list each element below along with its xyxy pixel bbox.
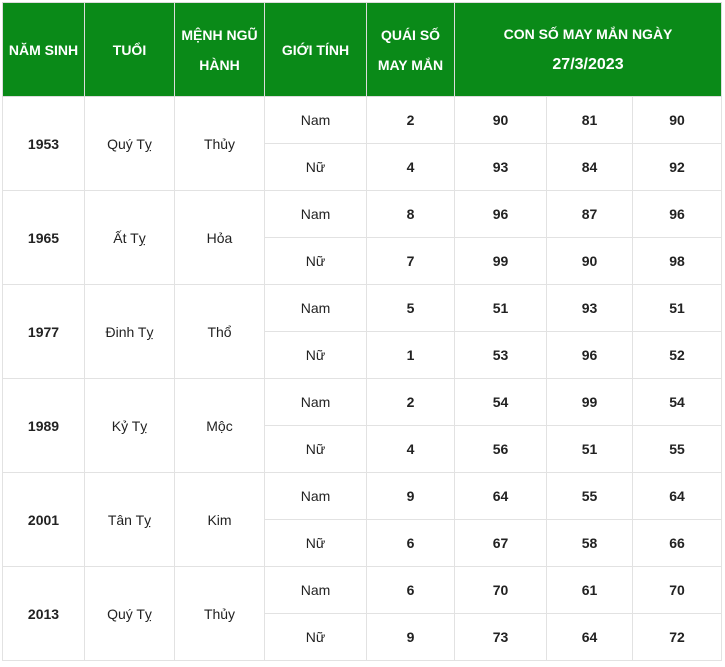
lucky-number-cell: 70 xyxy=(631,566,723,614)
lucky-number-cell: 64 xyxy=(546,613,633,661)
lucky-number-table: NĂM SINH TUỔI MỆNH NGŨ HÀNH GIỚI TÍNH QUÁ… xyxy=(2,2,723,661)
quai-number-cell: 9 xyxy=(366,613,455,661)
lucky-number-cell: 51 xyxy=(454,284,547,332)
lucky-number-cell: 98 xyxy=(631,237,723,285)
element-cell: Thủy xyxy=(174,96,265,191)
lucky-number-cell: 61 xyxy=(546,566,633,614)
lucky-number-cell: 66 xyxy=(631,519,723,567)
lucky-number-cell: 54 xyxy=(454,378,547,426)
quai-number-cell: 5 xyxy=(366,284,455,332)
gender-cell: Nữ xyxy=(264,613,367,661)
quai-number-cell: 2 xyxy=(366,378,455,426)
lucky-number-cell: 99 xyxy=(546,378,633,426)
table-header: NĂM SINH TUỔI MỆNH NGŨ HÀNH GIỚI TÍNH QUÁ… xyxy=(2,2,723,97)
table-row: 1953 Quý Tỵ Thủy Nam 2 90 81 90 xyxy=(2,96,723,191)
lucky-number-cell: 58 xyxy=(546,519,633,567)
birth-year-cell: 1965 xyxy=(2,190,85,285)
gender-cell: Nam xyxy=(264,284,367,332)
table-row: 2001 Tân Tỵ Kim Nam 9 64 55 64 xyxy=(2,472,723,567)
lucky-number-cell: 87 xyxy=(546,190,633,238)
gender-cell: Nữ xyxy=(264,143,367,191)
lucky-number-cell: 64 xyxy=(454,472,547,520)
age-cell: Ất Tỵ xyxy=(84,190,175,285)
table-row: 1965 Ất Tỵ Hỏa Nam 8 96 87 96 xyxy=(2,190,723,285)
lucky-number-cell: 73 xyxy=(454,613,547,661)
age-cell: Quý Tỵ xyxy=(84,96,175,191)
lucky-number-cell: 92 xyxy=(631,143,723,191)
gender-cell: Nam xyxy=(264,378,367,426)
quai-number-cell: 9 xyxy=(366,472,455,520)
lucky-number-cell: 55 xyxy=(631,425,723,473)
gender-cell: Nữ xyxy=(264,331,367,379)
element-cell: Mộc xyxy=(174,378,265,473)
header-quai-line2: MAY MẮN xyxy=(377,56,444,73)
quai-number-cell: 4 xyxy=(366,143,455,191)
gender-cell: Nữ xyxy=(264,237,367,285)
lucky-number-cell: 70 xyxy=(454,566,547,614)
header-element: MỆNH NGŨ HÀNH xyxy=(174,2,265,97)
quai-number-cell: 8 xyxy=(366,190,455,238)
lucky-number-cell: 54 xyxy=(631,378,723,426)
header-element-line1: MỆNH NGŨ xyxy=(181,26,258,43)
gender-cell: Nữ xyxy=(264,425,367,473)
gender-cell: Nữ xyxy=(264,519,367,567)
birth-year-cell: 1977 xyxy=(2,284,85,379)
element-cell: Hỏa xyxy=(174,190,265,285)
header-element-line2: HÀNH xyxy=(199,56,240,73)
quai-number-cell: 6 xyxy=(366,566,455,614)
birth-year-cell: 1953 xyxy=(2,96,85,191)
table-row: 1977 Đinh Tỵ Thổ Nam 5 51 93 51 xyxy=(2,284,723,379)
lucky-number-cell: 96 xyxy=(631,190,723,238)
lucky-number-cell: 72 xyxy=(631,613,723,661)
gender-cell: Nam xyxy=(264,190,367,238)
element-cell: Thổ xyxy=(174,284,265,379)
quai-number-cell: 7 xyxy=(366,237,455,285)
header-gender: GIỚI TÍNH xyxy=(264,2,367,97)
quai-number-cell: 2 xyxy=(366,96,455,144)
element-cell: Kim xyxy=(174,472,265,567)
lucky-number-cell: 67 xyxy=(454,519,547,567)
lucky-number-cell: 51 xyxy=(546,425,633,473)
birth-year-cell: 2013 xyxy=(2,566,85,661)
birth-year-cell: 1989 xyxy=(2,378,85,473)
header-age: TUỔI xyxy=(84,2,175,97)
age-cell: Kỷ Tỵ xyxy=(84,378,175,473)
gender-cell: Nam xyxy=(264,96,367,144)
lucky-number-cell: 52 xyxy=(631,331,723,379)
lucky-number-cell: 51 xyxy=(631,284,723,332)
lucky-number-cell: 53 xyxy=(454,331,547,379)
header-lucky-date: 27/3/2023 xyxy=(552,56,624,73)
quai-number-cell: 1 xyxy=(366,331,455,379)
lucky-number-cell: 64 xyxy=(631,472,723,520)
lucky-number-cell: 93 xyxy=(454,143,547,191)
header-lucky-numbers: CON SỐ MAY MẮN NGÀY 27/3/2023 xyxy=(453,2,723,97)
lucky-number-cell: 96 xyxy=(454,190,547,238)
table-row: 1989 Kỷ Tỵ Mộc Nam 2 54 99 54 xyxy=(2,378,723,473)
quai-number-cell: 6 xyxy=(366,519,455,567)
gender-cell: Nam xyxy=(264,566,367,614)
header-quai: QUÁI SỐ MAY MẮN xyxy=(366,2,455,97)
lucky-number-cell: 55 xyxy=(546,472,633,520)
age-cell: Tân Tỵ xyxy=(84,472,175,567)
header-quai-line1: QUÁI SỐ xyxy=(380,26,441,43)
table-row: 2013 Quý Tỵ Thủy Nam 6 70 61 70 xyxy=(2,566,723,661)
lucky-number-cell: 96 xyxy=(546,331,633,379)
table-body: 1953 Quý Tỵ Thủy Nam 2 90 81 90 Nữ 4 93 84 92 1965 Ất … xyxy=(2,96,723,661)
lucky-number-cell: 56 xyxy=(454,425,547,473)
age-cell: Đinh Tỵ xyxy=(84,284,175,379)
lucky-number-cell: 93 xyxy=(546,284,633,332)
lucky-number-cell: 99 xyxy=(454,237,547,285)
element-cell: Thủy xyxy=(174,566,265,661)
lucky-number-cell: 81 xyxy=(546,96,633,144)
header-lucky-line1: CON SỐ MAY MẮN NGÀY xyxy=(503,26,673,42)
lucky-number-cell: 90 xyxy=(631,96,723,144)
header-birth-year: NĂM SINH xyxy=(2,2,85,97)
birth-year-cell: 2001 xyxy=(2,472,85,567)
lucky-number-cell: 90 xyxy=(546,237,633,285)
lucky-number-cell: 90 xyxy=(454,96,547,144)
lucky-number-cell: 84 xyxy=(546,143,633,191)
quai-number-cell: 4 xyxy=(366,425,455,473)
age-cell: Quý Tỵ xyxy=(84,566,175,661)
gender-cell: Nam xyxy=(264,472,367,520)
